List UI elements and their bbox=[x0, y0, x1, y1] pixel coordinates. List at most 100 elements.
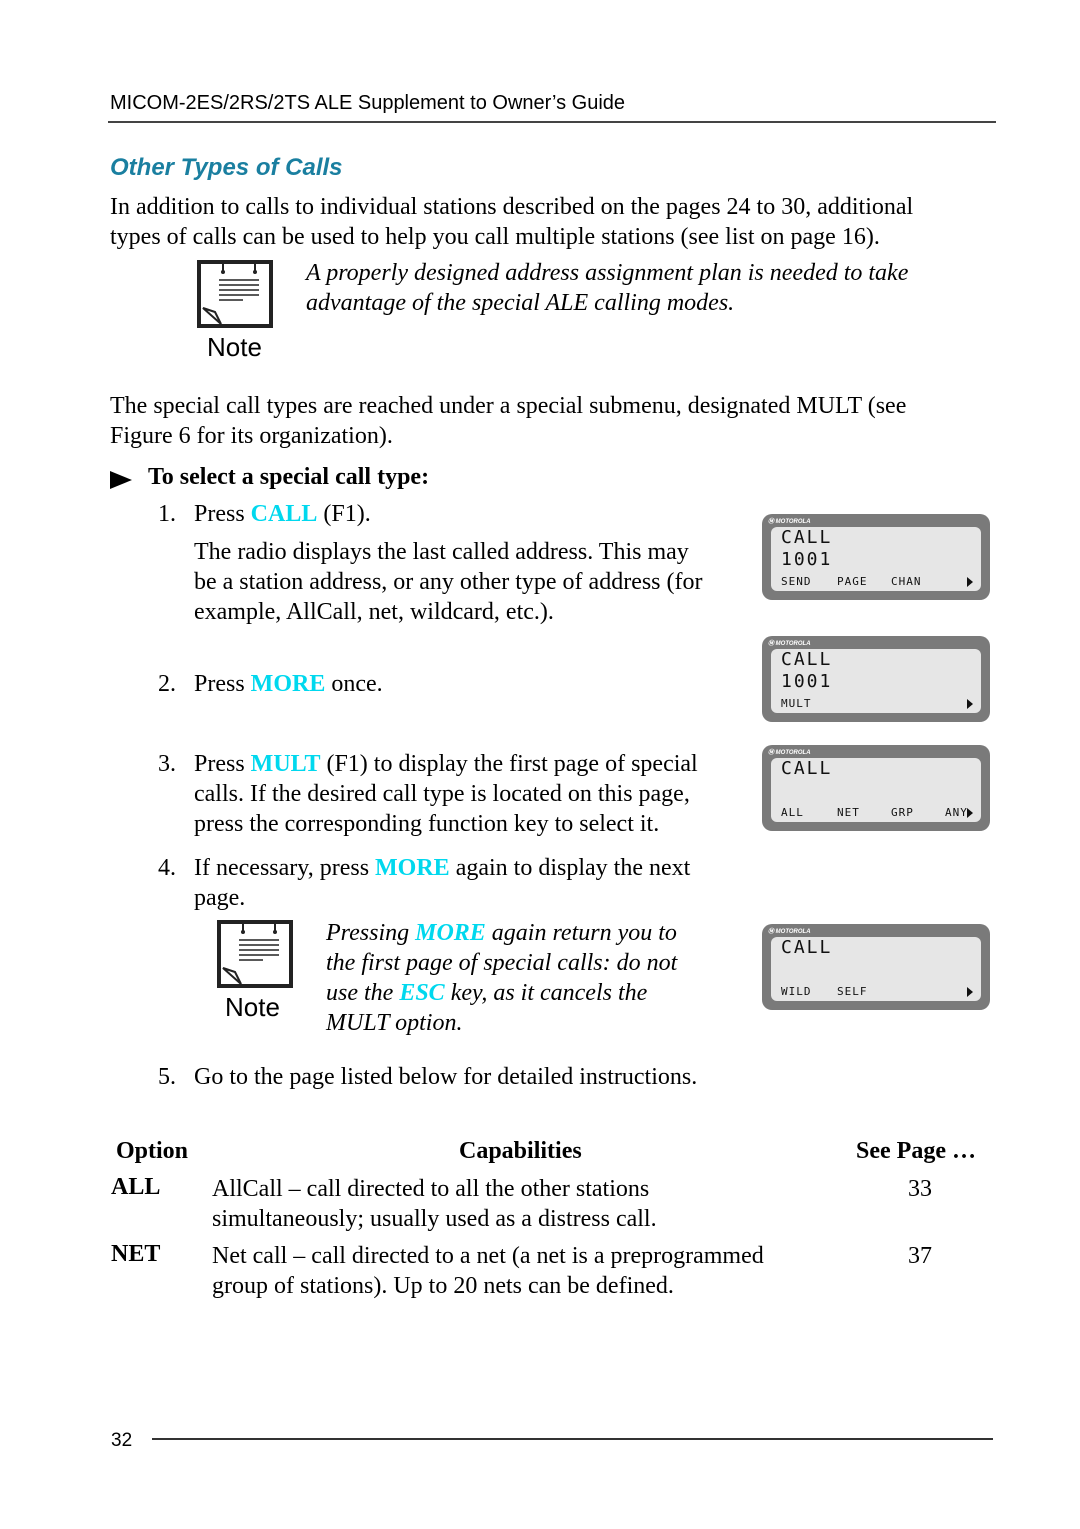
paragraph-line: The special call types are reached under… bbox=[110, 393, 907, 419]
lcd-softkeys: WILD SELF bbox=[781, 984, 973, 998]
detail-line: The radio displays the last called addre… bbox=[194, 539, 689, 565]
lcd-line-2: 1001 bbox=[781, 549, 833, 570]
note-text-part: use the bbox=[326, 980, 400, 1006]
softkey-label: NET bbox=[837, 806, 860, 819]
softkey-label: CHAN bbox=[891, 575, 922, 588]
step-text: once. bbox=[325, 671, 383, 697]
intro-line: In addition to calls to individual stati… bbox=[110, 194, 914, 220]
note-line: A properly designed address assignment p… bbox=[306, 260, 909, 286]
see-page-number: 33 bbox=[908, 1176, 932, 1202]
motorola-logo: Ⓜ MOTOROLA bbox=[768, 750, 811, 756]
lcd-display: Ⓜ MOTOROLA CALL WILD SELF bbox=[762, 924, 990, 1010]
step-text: Press bbox=[194, 501, 251, 527]
note-block: Note bbox=[197, 260, 273, 363]
note-line: use the ESC key, as it cancels the bbox=[326, 978, 677, 1008]
footer-rule bbox=[152, 1438, 993, 1440]
step-4-continued: page. bbox=[194, 883, 245, 913]
capability-line: group of stations). Up to 20 nets can be… bbox=[212, 1273, 674, 1299]
lcd-line-1: CALL bbox=[781, 649, 833, 670]
note-pad-icon bbox=[197, 260, 273, 328]
lcd-screen: CALL 1001 MULT bbox=[771, 649, 981, 713]
lcd-display: Ⓜ MOTOROLA CALL 1001 MULT bbox=[762, 636, 990, 722]
procedure-title: To select a special call type: bbox=[148, 464, 430, 490]
intro-line: types of calls can be used to help you c… bbox=[110, 224, 880, 250]
key-more: MORE bbox=[415, 920, 486, 946]
lcd-line-1: CALL bbox=[781, 527, 833, 548]
step-2: 2. Press MORE once. bbox=[158, 669, 383, 699]
step-number: 5. bbox=[158, 1064, 176, 1090]
lcd-softkeys: MULT bbox=[781, 696, 973, 710]
step-5: 5. Go to the page listed below for detai… bbox=[158, 1062, 697, 1092]
key-more: MORE bbox=[375, 855, 450, 881]
submenu-paragraph: The special call types are reached under… bbox=[110, 391, 906, 451]
step-number: 2. bbox=[158, 671, 176, 697]
key-mult: MULT bbox=[250, 751, 321, 777]
step-text: If necessary, press bbox=[194, 855, 376, 881]
column-header-capabilities: Capabilities bbox=[459, 1138, 582, 1164]
motorola-logo: Ⓜ MOTOROLA bbox=[768, 641, 811, 647]
step-text: (F1) to display the first page of specia… bbox=[320, 751, 698, 777]
more-arrow-icon bbox=[967, 699, 973, 709]
see-page-number: 37 bbox=[908, 1243, 932, 1269]
step-text: Press bbox=[194, 671, 251, 697]
note-line: MULT option. bbox=[326, 1010, 463, 1036]
note-pad-icon bbox=[217, 920, 293, 988]
key-more: MORE bbox=[250, 671, 326, 697]
note-line: the first page of special calls: do not bbox=[326, 950, 678, 976]
softkey-label: PAGE bbox=[837, 575, 868, 588]
step-text: Press bbox=[194, 751, 251, 777]
note-label: Note bbox=[225, 992, 280, 1022]
step-3-continued: calls. If the desired call type is locat… bbox=[194, 779, 690, 839]
lcd-softkeys: ALL NET GRP ANY bbox=[781, 805, 973, 819]
step-number: 4. bbox=[158, 855, 176, 881]
motorola-logo: Ⓜ MOTOROLA bbox=[768, 519, 811, 525]
capability-line: AllCall – call directed to all the other… bbox=[212, 1176, 650, 1202]
softkey-label: MULT bbox=[781, 697, 812, 710]
section-title: Other Types of Calls bbox=[110, 154, 343, 181]
more-arrow-icon bbox=[967, 577, 973, 587]
note-text: A properly designed address assignment p… bbox=[306, 258, 908, 318]
step-text: again to display the next bbox=[449, 855, 691, 881]
step-text: Go to the page listed below for detailed… bbox=[194, 1064, 698, 1090]
note-block: Note bbox=[217, 920, 293, 1023]
softkey-label: GRP bbox=[891, 806, 914, 819]
step-line: press the corresponding function key to … bbox=[194, 811, 660, 837]
option-capabilities: Net call – call directed to a net (a net… bbox=[212, 1241, 764, 1301]
note-line: Pressing MORE again return you to bbox=[326, 918, 677, 948]
lcd-screen: CALL WILD SELF bbox=[771, 937, 981, 1001]
key-esc: ESC bbox=[399, 980, 445, 1006]
procedure-heading: To select a special call type: bbox=[110, 464, 429, 491]
lcd-display: Ⓜ MOTOROLA CALL 1001 SEND PAGE CHAN bbox=[762, 514, 990, 600]
intro-paragraph: In addition to calls to individual stati… bbox=[110, 192, 913, 252]
step-3: 3. Press MULT (F1) to display the first … bbox=[158, 749, 698, 779]
step-1: 1. Press CALL (F1). bbox=[158, 499, 371, 529]
capability-line: Net call – call directed to a net (a net… bbox=[212, 1243, 764, 1269]
motorola-logo: Ⓜ MOTOROLA bbox=[768, 929, 811, 935]
lcd-display: Ⓜ MOTOROLA CALL ALL NET GRP ANY bbox=[762, 745, 990, 831]
header-rule bbox=[108, 121, 996, 123]
option-capabilities: AllCall – call directed to all the other… bbox=[212, 1174, 657, 1234]
more-arrow-icon bbox=[967, 808, 973, 818]
note-text-part: key, as it cancels the bbox=[444, 980, 648, 1006]
step-4: 4. If necessary, press MORE again to dis… bbox=[158, 853, 690, 883]
note-text: Pressing MORE again return you to the fi… bbox=[326, 918, 677, 1038]
option-code: NET bbox=[111, 1241, 161, 1267]
detail-line: be a station address, or any other type … bbox=[194, 569, 703, 595]
note-text-part: again return you to bbox=[485, 920, 677, 946]
step-text: (F1). bbox=[317, 501, 371, 527]
running-header: MICOM-2ES/2RS/2TS ALE Supplement to Owne… bbox=[110, 92, 626, 114]
softkey-label: WILD bbox=[781, 985, 812, 998]
lcd-line-1: CALL bbox=[781, 937, 833, 958]
more-arrow-icon bbox=[967, 987, 973, 997]
note-label: Note bbox=[207, 332, 262, 362]
softkey-label: SELF bbox=[837, 985, 868, 998]
step-number: 1. bbox=[158, 501, 176, 527]
step-line: calls. If the desired call type is locat… bbox=[194, 781, 690, 807]
arrow-bullet-icon bbox=[110, 471, 132, 490]
page-number: 32 bbox=[111, 1430, 133, 1451]
capability-line: simultaneously; usually used as a distre… bbox=[212, 1206, 657, 1232]
note-line: advantage of the special ALE calling mod… bbox=[306, 290, 735, 316]
paragraph-line: Figure 6 for its organization). bbox=[110, 423, 393, 449]
key-call: CALL bbox=[250, 501, 318, 527]
lcd-softkeys: SEND PAGE CHAN bbox=[781, 574, 973, 588]
